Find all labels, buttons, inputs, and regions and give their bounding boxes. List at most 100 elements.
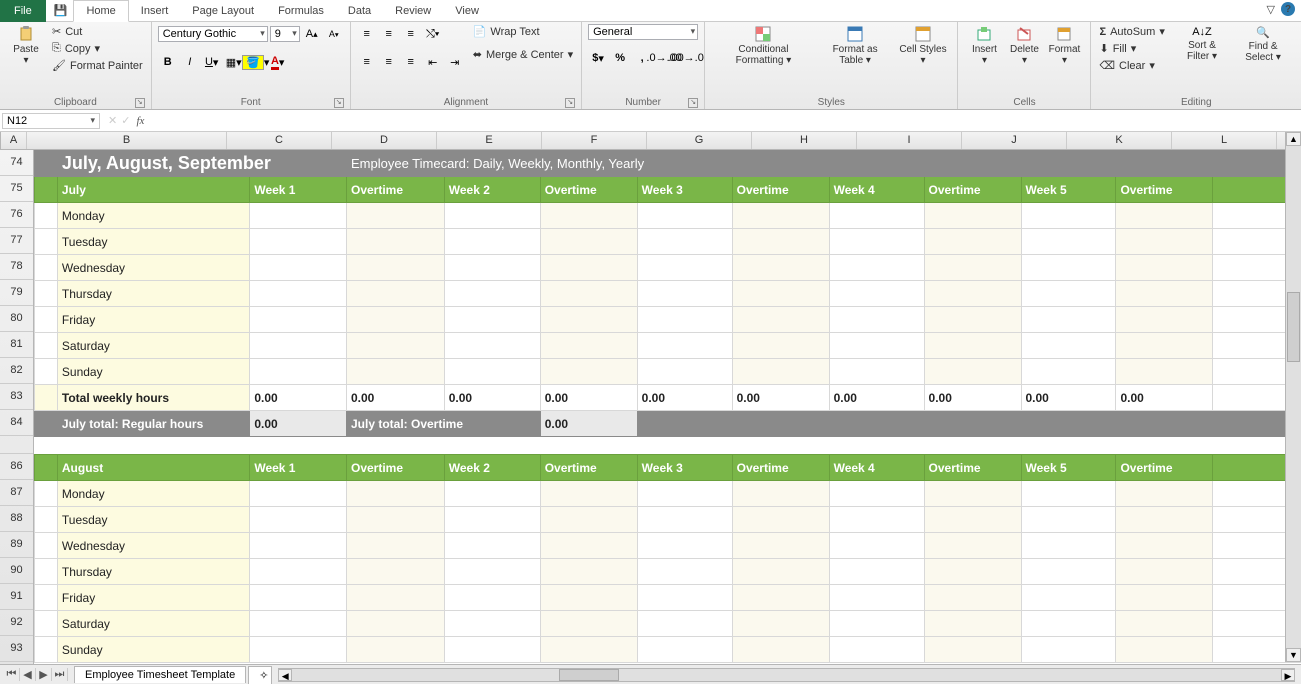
column-header[interactable]: E: [437, 132, 542, 149]
scroll-right-icon[interactable]: ▶: [1281, 669, 1295, 681]
cell[interactable]: [1021, 533, 1116, 559]
cell[interactable]: [35, 255, 58, 281]
cell[interactable]: [924, 533, 1021, 559]
file-tab[interactable]: File: [0, 0, 46, 22]
cell[interactable]: [250, 255, 347, 281]
cell[interactable]: [924, 255, 1021, 281]
row-header[interactable]: 87: [0, 480, 33, 506]
cell[interactable]: [1116, 507, 1213, 533]
cell[interactable]: [732, 481, 829, 507]
row-header[interactable]: 90: [0, 558, 33, 584]
tab-insert[interactable]: Insert: [129, 0, 181, 22]
cell[interactable]: [250, 611, 347, 637]
clear-button[interactable]: ⌫ Clear ▾: [1097, 58, 1166, 73]
tab-page-layout[interactable]: Page Layout: [180, 0, 266, 22]
cell[interactable]: [637, 585, 732, 611]
cell[interactable]: Week 4: [829, 177, 924, 203]
cut-button[interactable]: ✂Cut: [50, 24, 145, 39]
cell[interactable]: Week 2: [444, 455, 540, 481]
cancel-formula-icon[interactable]: ✕: [108, 114, 117, 127]
cell[interactable]: [637, 507, 732, 533]
cell[interactable]: [444, 307, 540, 333]
cell[interactable]: [444, 229, 540, 255]
cell[interactable]: Sunday: [57, 359, 249, 385]
row-header[interactable]: 82: [0, 358, 33, 384]
row-header[interactable]: 83: [0, 384, 33, 410]
scroll-thumb-v[interactable]: [1287, 292, 1300, 362]
vertical-scrollbar[interactable]: ▲ ▼: [1285, 132, 1301, 662]
increase-indent-icon[interactable]: ⇥: [445, 52, 465, 72]
cell[interactable]: [250, 585, 347, 611]
row-header[interactable]: 78: [0, 254, 33, 280]
row-header[interactable]: 93: [0, 636, 33, 662]
cell[interactable]: [732, 611, 829, 637]
cell[interactable]: [829, 203, 924, 229]
sheet-tab-active[interactable]: Employee Timesheet Template: [74, 666, 246, 683]
column-header[interactable]: D: [332, 132, 437, 149]
underline-button[interactable]: U▾: [202, 52, 222, 72]
cell[interactable]: Overtime: [1116, 177, 1213, 203]
cell[interactable]: [540, 437, 637, 455]
cell[interactable]: [732, 637, 829, 663]
cell[interactable]: Saturday: [57, 333, 249, 359]
cell[interactable]: [540, 203, 637, 229]
format-as-table-button[interactable]: Format as Table ▾: [816, 24, 895, 68]
cell[interactable]: 0.00: [1021, 385, 1116, 411]
row-header[interactable]: 91: [0, 584, 33, 610]
column-header[interactable]: I: [857, 132, 962, 149]
cell[interactable]: [732, 333, 829, 359]
cell[interactable]: [1116, 333, 1213, 359]
cell[interactable]: [924, 281, 1021, 307]
cell[interactable]: [444, 281, 540, 307]
cell[interactable]: [250, 437, 347, 455]
cell[interactable]: [35, 229, 58, 255]
column-header[interactable]: C: [227, 132, 332, 149]
scroll-down-icon[interactable]: ▼: [1286, 648, 1301, 662]
cell[interactable]: [732, 359, 829, 385]
cell[interactable]: Overtime: [540, 177, 637, 203]
dialog-launcher-alignment[interactable]: ↘: [565, 98, 575, 108]
cell[interactable]: Week 3: [637, 455, 732, 481]
cell[interactable]: [732, 533, 829, 559]
cell[interactable]: [346, 611, 444, 637]
cell[interactable]: [1116, 203, 1213, 229]
increase-font-icon[interactable]: A▴: [302, 24, 322, 44]
sheet-nav-prev-icon[interactable]: ◀: [20, 668, 36, 681]
cell[interactable]: [444, 507, 540, 533]
cell[interactable]: [250, 637, 347, 663]
cell[interactable]: [732, 255, 829, 281]
cell[interactable]: July total: Overtime: [346, 411, 540, 437]
cell[interactable]: Overtime: [924, 455, 1021, 481]
cell[interactable]: [35, 411, 58, 437]
cell[interactable]: [250, 281, 347, 307]
fill-button[interactable]: ⬇ Fill ▾: [1097, 41, 1166, 56]
row-header[interactable]: 74: [0, 150, 33, 176]
cell[interactable]: [924, 437, 1021, 455]
cell[interactable]: July: [57, 177, 249, 203]
cell[interactable]: [829, 255, 924, 281]
cell[interactable]: [1021, 507, 1116, 533]
cell[interactable]: [35, 385, 58, 411]
cell[interactable]: [1116, 307, 1213, 333]
cell[interactable]: [444, 611, 540, 637]
cell[interactable]: [444, 333, 540, 359]
column-header[interactable]: H: [752, 132, 857, 149]
decrease-font-icon[interactable]: A▾: [324, 24, 344, 44]
cell[interactable]: [444, 437, 540, 455]
tab-data[interactable]: Data: [336, 0, 383, 22]
cell[interactable]: Week 3: [637, 177, 732, 203]
cell[interactable]: [540, 481, 637, 507]
cell[interactable]: [829, 359, 924, 385]
cell[interactable]: [1021, 281, 1116, 307]
border-button[interactable]: ▦▾: [224, 52, 244, 72]
horizontal-scrollbar[interactable]: ◀ ▶: [278, 668, 1295, 682]
cell[interactable]: [35, 177, 58, 203]
cell[interactable]: [637, 359, 732, 385]
cell[interactable]: [35, 455, 58, 481]
format-painter-button[interactable]: 🖌Format Painter: [50, 58, 145, 73]
cell[interactable]: [444, 255, 540, 281]
cell[interactable]: [540, 533, 637, 559]
cell[interactable]: Overtime: [732, 455, 829, 481]
tab-formulas[interactable]: Formulas: [266, 0, 336, 22]
row-header[interactable]: 88: [0, 506, 33, 532]
